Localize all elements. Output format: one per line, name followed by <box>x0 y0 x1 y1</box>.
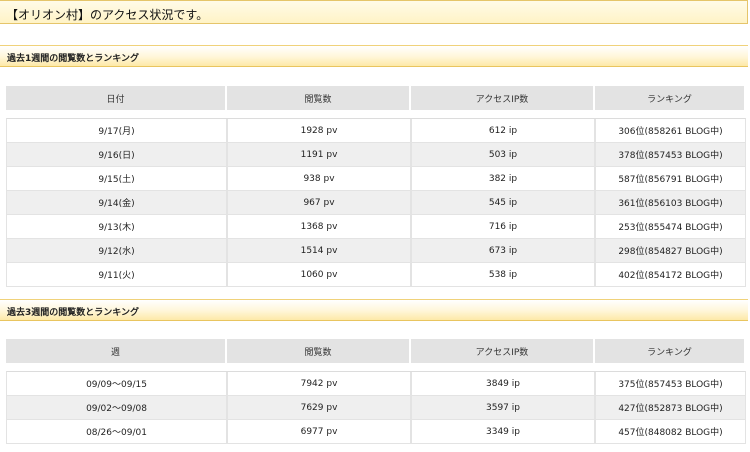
threeweek-section-header: 過去3週間の閲覧数とランキング <box>0 299 748 321</box>
ranking-cell: 427位(852873 BLOG中) <box>596 396 745 420</box>
threeweek-table: 09/09～09/15 7942 pv 3849 ip 375位(857453 … <box>6 371 746 444</box>
column-header-ip: アクセスIP数 <box>411 86 595 110</box>
table-row: 9/12(水) 1514 pv 673 ip 298位(854827 BLOG中… <box>7 239 745 263</box>
date-cell: 9/14(金) <box>7 191 228 215</box>
ip-cell: 3849 ip <box>412 372 596 396</box>
table-row: 9/16(日) 1191 pv 503 ip 378位(857453 BLOG中… <box>7 143 745 167</box>
date-cell: 9/17(月) <box>7 119 228 143</box>
table-row: 08/26～09/01 6977 pv 3349 ip 457位(848082 … <box>7 420 745 444</box>
column-header-ranking: ランキング <box>595 86 744 110</box>
table-row: 09/09～09/15 7942 pv 3849 ip 375位(857453 … <box>7 372 745 396</box>
ip-cell: 538 ip <box>412 263 596 287</box>
weekly-section-title: 過去1週間の閲覧数とランキング <box>7 54 139 64</box>
ranking-cell: 587位(856791 BLOG中) <box>596 167 745 191</box>
views-cell: 938 pv <box>228 167 412 191</box>
ranking-cell: 298位(854827 BLOG中) <box>596 239 745 263</box>
weekly-section-header: 過去1週間の閲覧数とランキング <box>0 45 748 67</box>
ranking-cell: 457位(848082 BLOG中) <box>596 420 745 444</box>
views-cell: 1368 pv <box>228 215 412 239</box>
ip-cell: 673 ip <box>412 239 596 263</box>
ip-cell: 3597 ip <box>412 396 596 420</box>
views-cell: 6977 pv <box>228 420 412 444</box>
column-header-views: 閲覧数 <box>227 339 411 363</box>
ranking-cell: 253位(855474 BLOG中) <box>596 215 745 239</box>
threeweek-section-title: 過去3週間の閲覧数とランキング <box>7 308 139 318</box>
week-cell: 09/02～09/08 <box>7 396 228 420</box>
views-cell: 7629 pv <box>228 396 412 420</box>
ranking-cell: 306位(858261 BLOG中) <box>596 119 745 143</box>
ip-cell: 545 ip <box>412 191 596 215</box>
date-cell: 9/15(土) <box>7 167 228 191</box>
weekly-header-table: 日付 閲覧数 アクセスIP数 ランキング <box>6 86 744 110</box>
ranking-cell: 378位(857453 BLOG中) <box>596 143 745 167</box>
ip-cell: 716 ip <box>412 215 596 239</box>
ip-cell: 382 ip <box>412 167 596 191</box>
views-cell: 1060 pv <box>228 263 412 287</box>
views-cell: 7942 pv <box>228 372 412 396</box>
ranking-cell: 361位(856103 BLOG中) <box>596 191 745 215</box>
ip-cell: 503 ip <box>412 143 596 167</box>
week-cell: 09/09～09/15 <box>7 372 228 396</box>
column-header-views: 閲覧数 <box>227 86 411 110</box>
week-cell: 08/26～09/01 <box>7 420 228 444</box>
ranking-cell: 402位(854172 BLOG中) <box>596 263 745 287</box>
table-row: 9/11(火) 1060 pv 538 ip 402位(854172 BLOG中… <box>7 263 745 287</box>
date-cell: 9/11(火) <box>7 263 228 287</box>
column-header-date: 日付 <box>6 86 227 110</box>
ip-cell: 3349 ip <box>412 420 596 444</box>
date-cell: 9/13(木) <box>7 215 228 239</box>
date-cell: 9/16(日) <box>7 143 228 167</box>
ranking-cell: 375位(857453 BLOG中) <box>596 372 745 396</box>
column-header-ip: アクセスIP数 <box>411 339 595 363</box>
ip-cell: 612 ip <box>412 119 596 143</box>
views-cell: 1928 pv <box>228 119 412 143</box>
date-cell: 9/12(水) <box>7 239 228 263</box>
threeweek-header-table: 週 閲覧数 アクセスIP数 ランキング <box>6 339 744 363</box>
views-cell: 1191 pv <box>228 143 412 167</box>
column-header-week: 週 <box>6 339 227 363</box>
table-row: 9/15(土) 938 pv 382 ip 587位(856791 BLOG中) <box>7 167 745 191</box>
table-row: 09/02～09/08 7629 pv 3597 ip 427位(852873 … <box>7 396 745 420</box>
table-row: 9/14(金) 967 pv 545 ip 361位(856103 BLOG中) <box>7 191 745 215</box>
views-cell: 1514 pv <box>228 239 412 263</box>
views-cell: 967 pv <box>228 191 412 215</box>
weekly-table: 9/17(月) 1928 pv 612 ip 306位(858261 BLOG中… <box>6 118 746 287</box>
page-header: 【オリオン村】のアクセス状況です。 <box>0 0 748 24</box>
page-title: 【オリオン村】のアクセス状況です。 <box>6 8 209 22</box>
column-header-ranking: ランキング <box>595 339 744 363</box>
table-row: 9/17(月) 1928 pv 612 ip 306位(858261 BLOG中… <box>7 119 745 143</box>
table-row: 9/13(木) 1368 pv 716 ip 253位(855474 BLOG中… <box>7 215 745 239</box>
